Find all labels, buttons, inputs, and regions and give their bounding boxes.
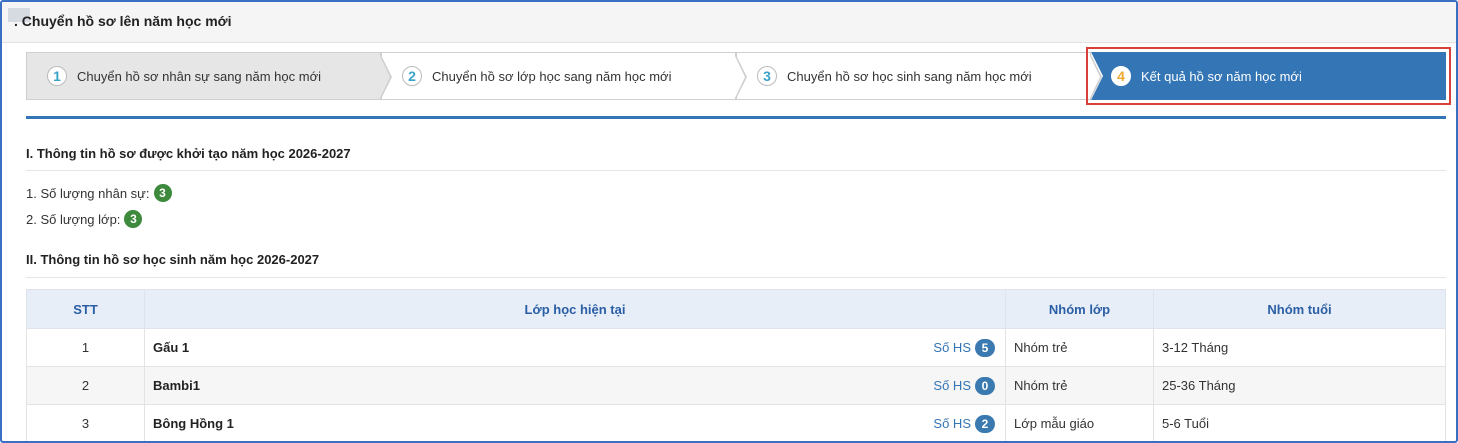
class-count-label: 2. Số lượng lớp: — [26, 211, 121, 227]
column-header-class[interactable]: Lớp học hiện tại — [144, 289, 1006, 329]
class-name: Gấu 1 — [153, 340, 190, 355]
table-row[interactable]: 3 Bông Hồng 1 Số HS 2 Lớp mẫu giáo 5-6 T… — [26, 404, 1446, 441]
title-bar: . Chuyển hồ sơ lên năm học mới — [2, 2, 1456, 43]
step-number: 3 — [757, 66, 777, 86]
window-frame: . Chuyển hồ sơ lên năm học mới 1 Chuyển … — [0, 0, 1458, 443]
student-count-label: Số HS — [933, 378, 971, 393]
staff-count-label: 1. Số lượng nhân sự: — [26, 185, 150, 201]
column-header-group[interactable]: Nhóm lớp — [1005, 289, 1154, 329]
table-row[interactable]: 2 Bambi1 Số HS 0 Nhóm trẻ 25-36 Tháng — [26, 366, 1446, 405]
student-count-badge: 0 — [975, 376, 995, 395]
class-count-badge: 3 — [124, 210, 143, 228]
section-2-title: II. Thông tin hồ sơ học sinh năm học 202… — [26, 252, 320, 267]
divider — [26, 277, 1446, 278]
cell-group: Nhóm trẻ — [1005, 366, 1154, 405]
class-name: Bambi1 — [153, 378, 200, 393]
step-number: 2 — [402, 66, 422, 86]
step-label: Chuyển hồ sơ học sinh sang năm học mới — [787, 68, 1032, 84]
divider — [26, 170, 1446, 171]
cell-class: Gấu 1 Số HS 5 — [144, 328, 1006, 367]
cell-group: Lớp mẫu giáo — [1005, 404, 1154, 441]
class-name: Bông Hồng 1 — [153, 416, 234, 431]
step-3[interactable]: 3 Chuyển hồ sơ học sinh sang năm học mới — [736, 52, 1102, 101]
page-title: . Chuyển hồ sơ lên năm học mới — [14, 13, 232, 29]
step-label: Chuyển hồ sơ nhân sự sang năm học mới — [77, 68, 321, 84]
student-count-label: Số HS — [933, 416, 971, 431]
step-4-active[interactable]: 4 Kết quả hồ sơ năm học mới — [1086, 47, 1451, 105]
student-count[interactable]: Số HS 0 — [933, 376, 995, 395]
student-count-badge: 5 — [975, 338, 995, 357]
table-row[interactable]: 1 Gấu 1 Số HS 5 Nhóm trẻ 3-12 Tháng — [26, 328, 1446, 367]
column-header-stt[interactable]: STT — [26, 289, 145, 329]
student-count-badge: 2 — [975, 414, 995, 433]
step-number: 4 — [1111, 66, 1131, 86]
student-count-label: Số HS — [933, 340, 971, 355]
staff-count-line: 1. Số lượng nhân sự: 3 — [26, 184, 172, 202]
cell-class: Bambi1 Số HS 0 — [144, 366, 1006, 405]
class-count-line: 2. Số lượng lớp: 3 — [26, 210, 143, 228]
step-label: Kết quả hồ sơ năm học mới — [1141, 68, 1302, 84]
step-arrow-fill — [379, 54, 390, 100]
step-arrow-fill — [1089, 54, 1100, 100]
cell-group: Nhóm trẻ — [1005, 328, 1154, 367]
step-label: Chuyển hồ sơ lớp học sang năm học mới — [432, 68, 672, 84]
student-table: STT Lớp học hiện tại Nhóm lớp Nhóm tuổi … — [26, 289, 1446, 441]
cell-age: 5-6 Tuổi — [1153, 404, 1446, 441]
step-arrow-fill — [734, 54, 745, 100]
student-count[interactable]: Số HS 5 — [933, 338, 995, 357]
cell-stt: 3 — [26, 404, 145, 441]
step-2[interactable]: 2 Chuyển hồ sơ lớp học sang năm học mới — [381, 52, 747, 101]
cell-age: 25-36 Tháng — [1153, 366, 1446, 405]
step-1[interactable]: 1 Chuyển hồ sơ nhân sự sang năm học mới — [26, 52, 392, 101]
wizard-steps: 1 Chuyển hồ sơ nhân sự sang năm học mới … — [26, 47, 1451, 105]
section-1-title: I. Thông tin hồ sơ được khởi tạo năm học… — [26, 146, 351, 161]
cell-stt: 1 — [26, 328, 145, 367]
table-header-row: STT Lớp học hiện tại Nhóm lớp Nhóm tuổi — [26, 289, 1446, 329]
step-number: 1 — [47, 66, 67, 86]
section-divider — [26, 116, 1446, 119]
cell-stt: 2 — [26, 366, 145, 405]
cell-age: 3-12 Tháng — [1153, 328, 1446, 367]
staff-count-badge: 3 — [153, 184, 172, 202]
student-count[interactable]: Số HS 2 — [933, 414, 995, 433]
cell-class: Bông Hồng 1 Số HS 2 — [144, 404, 1006, 441]
column-header-age[interactable]: Nhóm tuổi — [1153, 289, 1446, 329]
